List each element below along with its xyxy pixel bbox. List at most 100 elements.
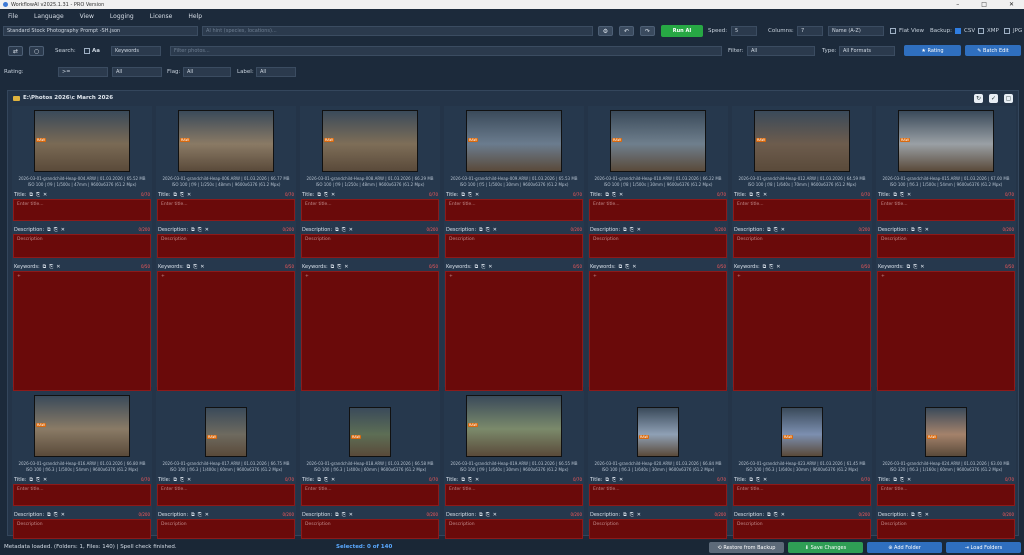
clear-icon[interactable]: ✕: [331, 192, 335, 198]
copy-icon[interactable]: ⧉: [335, 227, 339, 233]
clear-icon[interactable]: ✕: [781, 227, 785, 233]
title-input[interactable]: Enter title...: [733, 484, 871, 506]
title-input[interactable]: Enter title...: [13, 199, 151, 221]
paste-icon[interactable]: ⎘: [774, 227, 778, 233]
deselect-icon[interactable]: ○: [29, 46, 44, 56]
menu-help[interactable]: Help: [180, 13, 210, 20]
photo-thumbnail[interactable]: [322, 110, 418, 172]
csv-checkbox[interactable]: [955, 28, 961, 34]
keywords-input[interactable]: +: [301, 271, 439, 391]
select-check-icon[interactable]: ✓: [989, 94, 998, 103]
label-select[interactable]: All: [256, 67, 296, 77]
menu-language[interactable]: Language: [26, 13, 72, 20]
clear-icon[interactable]: ✕: [920, 264, 924, 270]
title-input[interactable]: Enter title...: [589, 199, 727, 221]
title-input[interactable]: Enter title...: [589, 484, 727, 506]
flat-view-checkbox[interactable]: [890, 28, 896, 34]
restore-backup-button[interactable]: ⟲ Restore from Backup: [709, 542, 784, 553]
paste-icon[interactable]: ⎘: [324, 192, 328, 198]
paste-icon[interactable]: ⎘: [612, 192, 616, 198]
batch-edit-button[interactable]: ✎ Batch Edit: [965, 45, 1021, 56]
copy-icon[interactable]: ⧉: [173, 192, 177, 198]
photo-card[interactable]: RAW 2026-03-01-grandchild-Heap-012.ARW | …: [732, 106, 872, 391]
copy-icon[interactable]: ⧉: [461, 477, 465, 483]
paste-icon[interactable]: ⎘: [486, 227, 490, 233]
photo-thumbnail[interactable]: [637, 407, 679, 457]
photo-card[interactable]: RAW 2026-03-01-grandchild-Heap-008.ARW | …: [300, 106, 440, 391]
clear-icon[interactable]: ✕: [205, 512, 209, 518]
undo-icon[interactable]: ↶: [619, 26, 634, 36]
clear-icon[interactable]: ✕: [925, 227, 929, 233]
copy-icon[interactable]: ⧉: [893, 192, 897, 198]
rating-select[interactable]: All: [112, 67, 162, 77]
photo-card[interactable]: RAW 2026-03-01-grandchild-Heap-009.ARW | …: [444, 106, 584, 391]
description-input[interactable]: Description: [733, 519, 871, 539]
paste-icon[interactable]: ⎘: [468, 192, 472, 198]
paste-icon[interactable]: ⎘: [54, 512, 58, 518]
clear-icon[interactable]: ✕: [205, 227, 209, 233]
copy-icon[interactable]: ⧉: [191, 512, 195, 518]
clear-icon[interactable]: ✕: [763, 477, 767, 483]
copy-icon[interactable]: ⧉: [619, 264, 623, 270]
title-input[interactable]: Enter title...: [877, 484, 1015, 506]
photo-card[interactable]: RAW 2026-03-01-grandchild-Heap-024.ARW | …: [876, 391, 1016, 539]
refresh-icon[interactable]: ↻: [974, 94, 983, 103]
photo-card[interactable]: RAW 2026-03-01-grandchild-Heap-016.ARW | …: [12, 391, 152, 539]
title-input[interactable]: Enter title...: [157, 199, 295, 221]
photo-thumbnail[interactable]: [610, 110, 706, 172]
paste-icon[interactable]: ⎘: [324, 477, 328, 483]
redo-icon[interactable]: ↷: [640, 26, 655, 36]
clear-icon[interactable]: ✕: [637, 227, 641, 233]
filter-photos-input[interactable]: Filter photos...: [170, 46, 722, 56]
clear-icon[interactable]: ✕: [61, 227, 65, 233]
clear-icon[interactable]: ✕: [475, 477, 479, 483]
clear-icon[interactable]: ✕: [488, 264, 492, 270]
paste-icon[interactable]: ⎘: [481, 264, 485, 270]
menu-logging[interactable]: Logging: [102, 13, 142, 20]
copy-icon[interactable]: ⧉: [47, 512, 51, 518]
photo-card[interactable]: RAW 2026-03-01-grandchild-Heap-015.ARW | …: [876, 106, 1016, 391]
copy-icon[interactable]: ⧉: [479, 512, 483, 518]
clear-icon[interactable]: ✕: [637, 512, 641, 518]
copy-icon[interactable]: ⧉: [749, 477, 753, 483]
toggle-view-icon[interactable]: ▢: [1004, 94, 1013, 103]
keywords-input[interactable]: +: [13, 271, 151, 391]
menu-view[interactable]: View: [72, 13, 102, 20]
photo-card[interactable]: RAW 2026-03-01-grandchild-Heap-023.ARW | …: [732, 391, 872, 539]
keywords-input[interactable]: +: [157, 271, 295, 391]
add-folder-button[interactable]: ⊕ Add Folder: [867, 542, 942, 553]
photo-card[interactable]: RAW 2026-03-01-grandchild-Heap-019.ARW | …: [444, 391, 584, 539]
paste-icon[interactable]: ⎘: [337, 264, 341, 270]
paste-icon[interactable]: ⎘: [49, 264, 53, 270]
keywords-input[interactable]: +: [589, 271, 727, 391]
paste-icon[interactable]: ⎘: [900, 192, 904, 198]
copy-icon[interactable]: ⧉: [29, 477, 33, 483]
title-input[interactable]: Enter title...: [445, 484, 583, 506]
clear-icon[interactable]: ✕: [43, 477, 47, 483]
copy-icon[interactable]: ⧉: [623, 227, 627, 233]
copy-icon[interactable]: ⧉: [461, 192, 465, 198]
clear-icon[interactable]: ✕: [632, 264, 636, 270]
paste-icon[interactable]: ⎘: [193, 264, 197, 270]
speed-input[interactable]: 5: [731, 26, 757, 36]
search-scope-select[interactable]: Keywords: [111, 46, 161, 56]
minimize-icon[interactable]: –: [956, 1, 959, 8]
paste-icon[interactable]: ⎘: [612, 477, 616, 483]
copy-icon[interactable]: ⧉: [43, 264, 47, 270]
clear-icon[interactable]: ✕: [344, 264, 348, 270]
copy-icon[interactable]: ⧉: [893, 477, 897, 483]
copy-icon[interactable]: ⧉: [605, 477, 609, 483]
ai-hint-input[interactable]: AI hint (species, locations)...: [202, 26, 593, 36]
photo-thumbnail[interactable]: [349, 407, 391, 457]
copy-icon[interactable]: ⧉: [475, 264, 479, 270]
description-input[interactable]: Description: [877, 519, 1015, 539]
flag-select[interactable]: All: [183, 67, 231, 77]
description-input[interactable]: Description: [301, 234, 439, 258]
clear-icon[interactable]: ✕: [493, 227, 497, 233]
clear-icon[interactable]: ✕: [56, 264, 60, 270]
copy-icon[interactable]: ⧉: [335, 512, 339, 518]
copy-icon[interactable]: ⧉: [605, 192, 609, 198]
save-changes-button[interactable]: ⬇ Save Changes: [788, 542, 863, 553]
clear-icon[interactable]: ✕: [619, 477, 623, 483]
clear-icon[interactable]: ✕: [619, 192, 623, 198]
